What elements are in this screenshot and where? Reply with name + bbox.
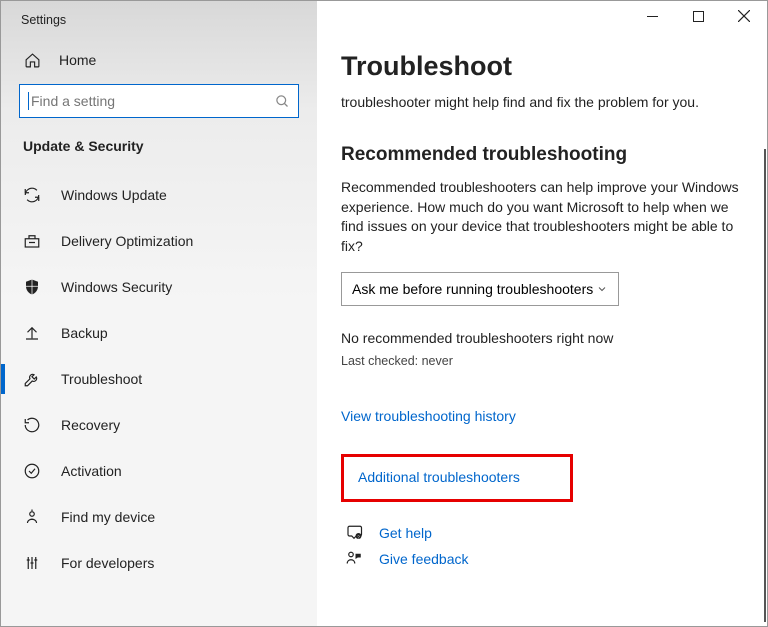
text-caret — [28, 92, 29, 110]
sidebar-section-label: Update & Security — [1, 138, 317, 172]
sidebar-item-label: Windows Update — [61, 187, 167, 203]
sidebar-item-backup[interactable]: Backup — [1, 310, 317, 356]
get-help-row[interactable]: ? Get help — [345, 524, 739, 542]
search-input-container[interactable] — [19, 84, 299, 118]
scrollbar[interactable] — [764, 149, 766, 622]
sidebar-item-label: Recovery — [61, 417, 120, 433]
wrench-icon — [23, 370, 41, 388]
home-icon — [23, 51, 41, 69]
sidebar-item-label: Troubleshoot — [61, 371, 142, 387]
page-subtitle: troubleshooter might help find and fix t… — [341, 94, 739, 110]
sync-icon — [23, 186, 41, 204]
main-content: Troubleshoot troubleshooter might help f… — [317, 1, 767, 626]
sidebar-item-label: Backup — [61, 325, 108, 341]
search-icon — [275, 94, 290, 109]
recovery-icon — [23, 416, 41, 434]
sidebar-item-activation[interactable]: Activation — [1, 448, 317, 494]
section-heading: Recommended troubleshooting — [341, 144, 739, 166]
shield-icon — [23, 278, 41, 296]
sidebar: Settings Home Update & Security Windows … — [1, 1, 317, 626]
additional-troubleshooters-link[interactable]: Additional troubleshooters — [358, 469, 520, 485]
last-checked-text: Last checked: never — [341, 354, 739, 368]
chevron-down-icon — [596, 283, 608, 295]
give-feedback-row[interactable]: Give feedback — [345, 550, 739, 568]
home-label: Home — [59, 52, 96, 68]
dropdown-value: Ask me before running troubleshooters — [352, 281, 593, 297]
check-circle-icon — [23, 462, 41, 480]
highlight-box: Additional troubleshooters — [341, 454, 573, 502]
developer-icon — [23, 554, 41, 572]
backup-icon — [23, 324, 41, 342]
sidebar-item-windows-security[interactable]: Windows Security — [1, 264, 317, 310]
app-title: Settings — [19, 11, 299, 41]
home-nav-item[interactable]: Home — [19, 41, 299, 84]
sidebar-item-windows-update[interactable]: Windows Update — [1, 172, 317, 218]
get-help-link[interactable]: Get help — [379, 525, 432, 541]
search-input[interactable] — [31, 93, 275, 109]
troubleshoot-preference-dropdown[interactable]: Ask me before running troubleshooters — [341, 272, 619, 306]
page-title: Troubleshoot — [341, 51, 739, 82]
delivery-icon — [23, 232, 41, 250]
sidebar-item-find-my-device[interactable]: Find my device — [1, 494, 317, 540]
sidebar-item-label: For developers — [61, 555, 154, 571]
sidebar-item-delivery-optimization[interactable]: Delivery Optimization — [1, 218, 317, 264]
help-icon: ? — [345, 524, 363, 542]
status-text: No recommended troubleshooters right now — [341, 330, 739, 346]
sidebar-item-label: Delivery Optimization — [61, 233, 193, 249]
location-person-icon — [23, 508, 41, 526]
give-feedback-link[interactable]: Give feedback — [379, 551, 469, 567]
view-history-link[interactable]: View troubleshooting history — [341, 408, 516, 424]
sidebar-item-label: Windows Security — [61, 279, 172, 295]
sidebar-nav-list: Windows Update Delivery Optimization Win… — [1, 172, 317, 586]
sidebar-item-troubleshoot[interactable]: Troubleshoot — [1, 356, 317, 402]
section-description: Recommended troubleshooters can help imp… — [341, 178, 739, 256]
sidebar-item-label: Activation — [61, 463, 122, 479]
feedback-icon — [345, 550, 363, 568]
sidebar-item-for-developers[interactable]: For developers — [1, 540, 317, 586]
sidebar-item-recovery[interactable]: Recovery — [1, 402, 317, 448]
sidebar-item-label: Find my device — [61, 509, 155, 525]
